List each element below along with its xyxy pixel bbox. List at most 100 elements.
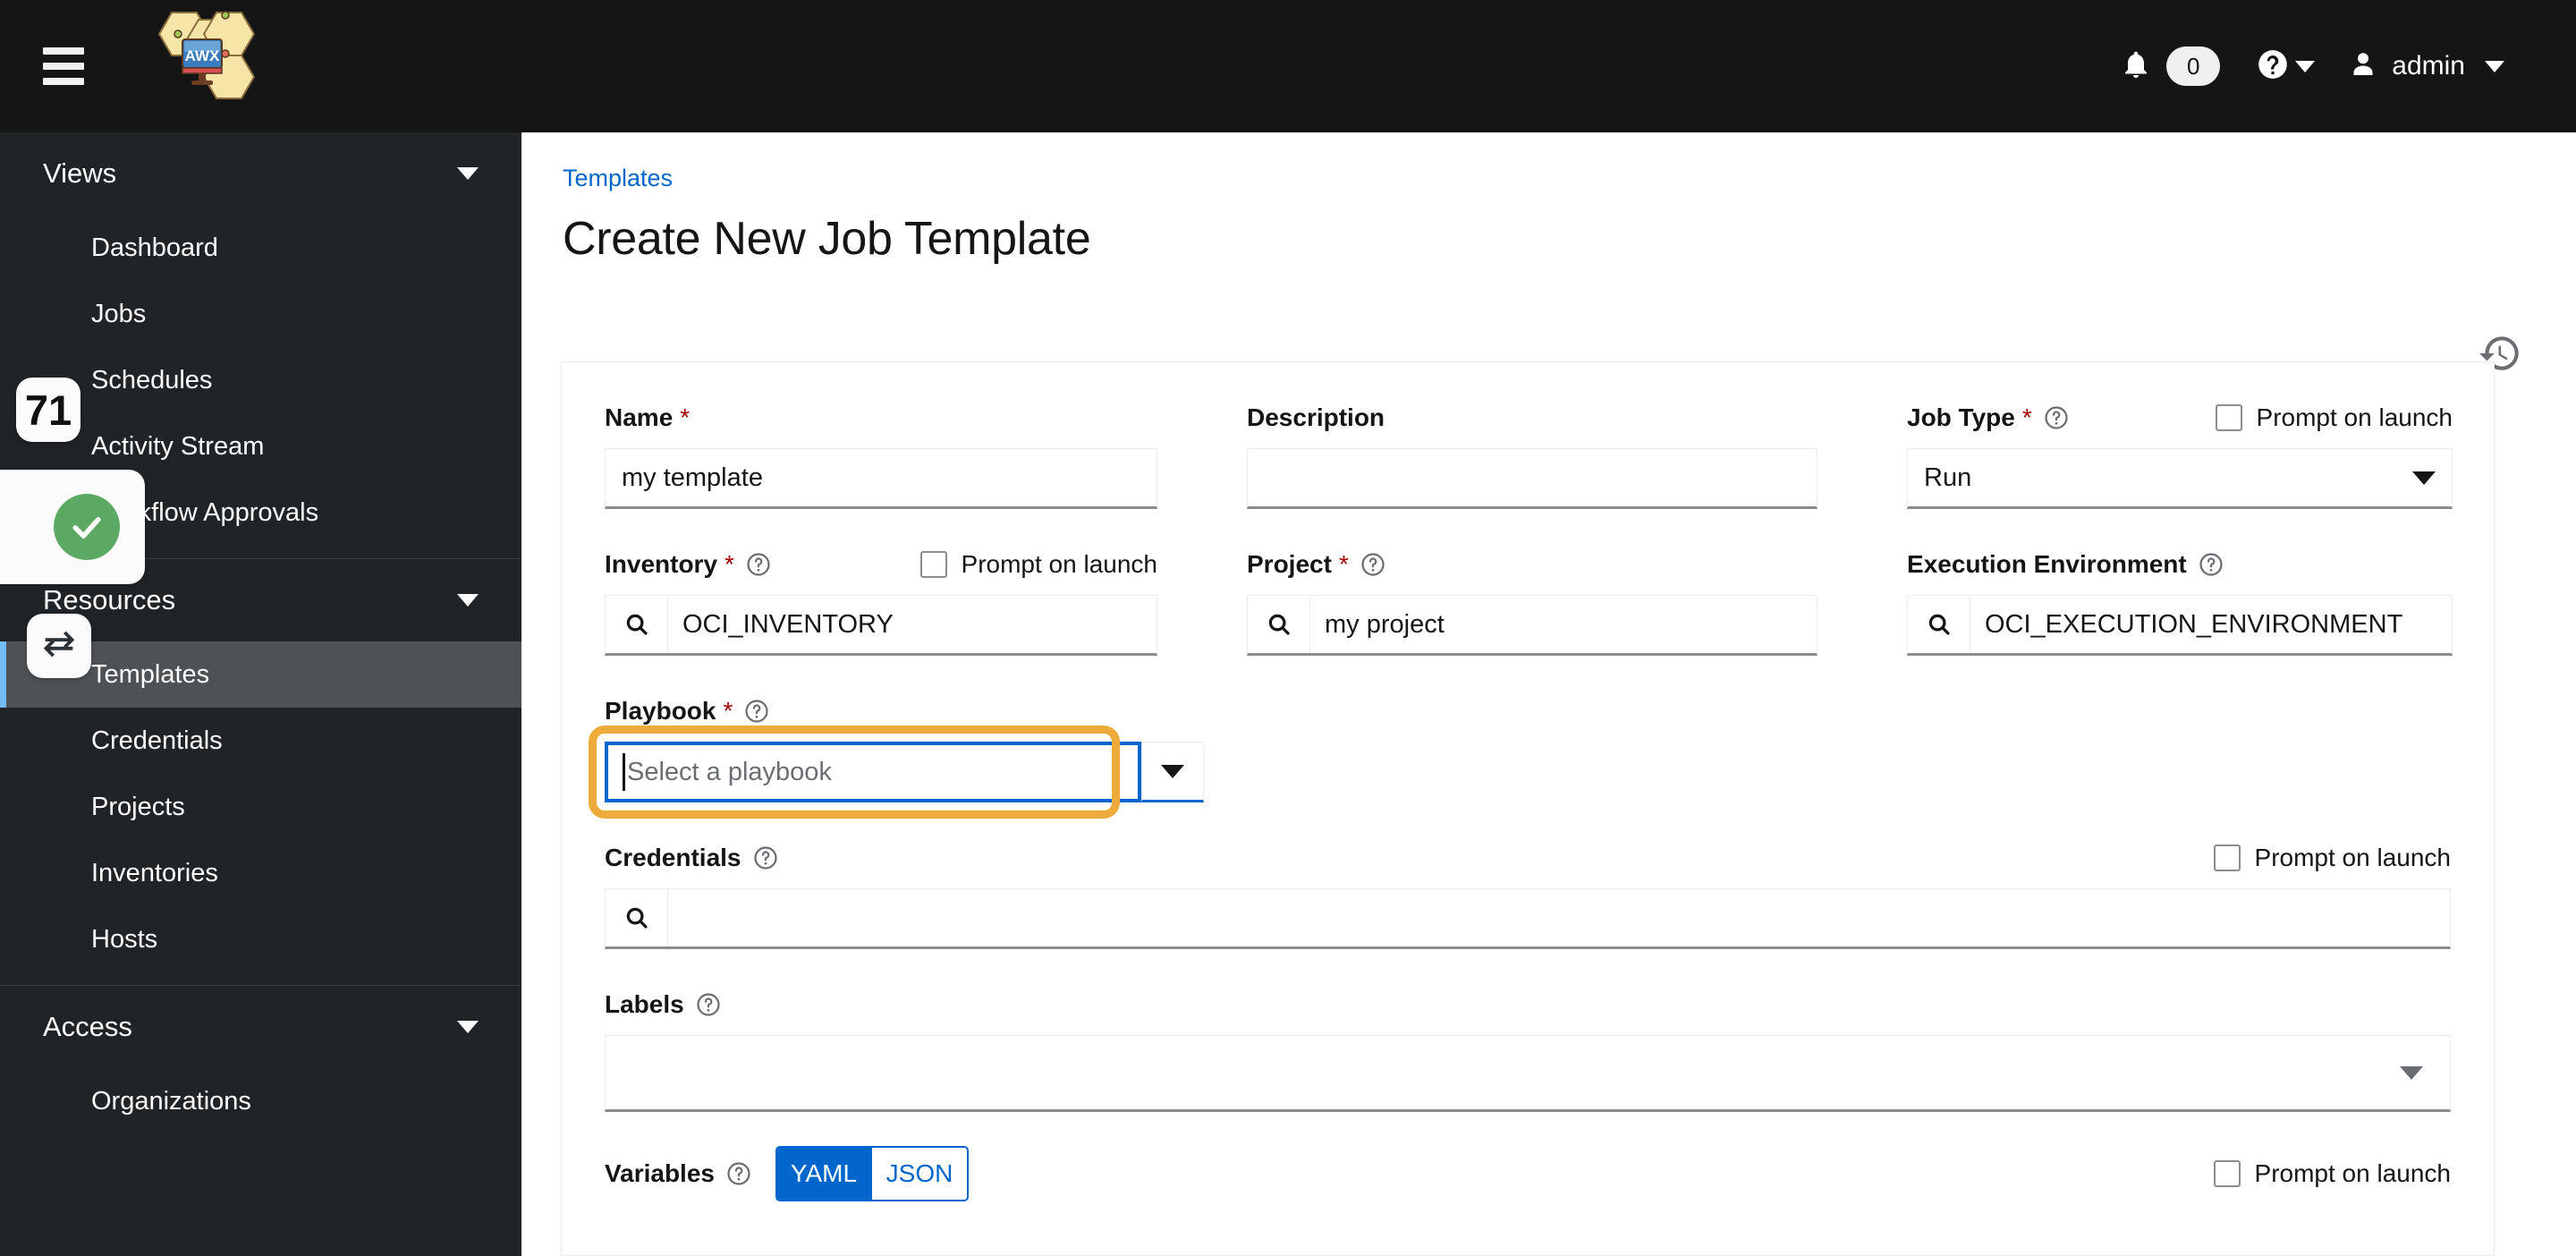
form-row-3-spacer (1864, 656, 2496, 802)
execution-environment-value: OCI_EXECUTION_ENVIRONMENT (1985, 609, 2403, 639)
playbook-input[interactable]: Select a playbook (605, 742, 1141, 802)
form-row-3-spacer (1204, 656, 1864, 802)
sidebar-item-label: Hosts (91, 924, 158, 954)
field-job-type: Job Type * Prompt on launch Run (1864, 362, 2496, 509)
svg-text:AWX: AWX (185, 47, 220, 64)
sidebar-item-label: Projects (91, 792, 185, 821)
global-nav-toggle[interactable] (43, 47, 84, 85)
inventory-prompt-on-launch[interactable]: Prompt on launch (919, 550, 1157, 579)
help-icon[interactable] (2198, 551, 2224, 578)
labels-select[interactable] (605, 1035, 2451, 1112)
field-label-inventory: Inventory (605, 550, 718, 578)
help-icon[interactable] (2043, 404, 2070, 431)
help-icon[interactable] (1360, 551, 1386, 578)
masthead-toolbar: 0 admin (2120, 0, 2576, 132)
caret-down-icon (1161, 764, 1184, 778)
inventory-lookup[interactable]: OCI_INVENTORY (605, 595, 1157, 656)
avatar-icon (2347, 47, 2379, 86)
field-execution-environment: Execution Environment OCI_EXECUTION_ENVI… (1864, 509, 2496, 656)
page-title: Create New Job Template (563, 213, 1091, 265)
annotation-step-number-label: 71 (24, 386, 72, 434)
field-name: Name * (562, 362, 1204, 509)
sidebar-item-label: Dashboard (91, 233, 218, 262)
hamburger-bar (43, 63, 84, 70)
form-row-3: Playbook * Select a playbook (562, 656, 2496, 819)
sidebar-item-hosts[interactable]: Hosts (0, 906, 521, 972)
search-icon[interactable] (1248, 596, 1310, 653)
chevron-down-icon (457, 167, 479, 180)
sidebar-item-dashboard[interactable]: Dashboard (0, 215, 521, 281)
sidebar-item-jobs[interactable]: Jobs (0, 281, 521, 347)
masthead: AWX 0 admin (0, 0, 2576, 132)
field-playbook: Playbook * Select a playbook (562, 656, 1204, 819)
notifications-button[interactable]: 0 (2120, 47, 2240, 87)
sidebar-item-label: Organizations (91, 1086, 251, 1116)
required-indicator: * (1338, 550, 1349, 578)
variables-format-toggle: YAML JSON (775, 1146, 969, 1201)
playbook-placeholder: Select a playbook (627, 757, 832, 786)
field-label-project: Project (1247, 550, 1332, 578)
caret-down-icon (2412, 471, 2436, 485)
user-menu-button[interactable]: admin (2331, 0, 2521, 132)
help-menu-button[interactable] (2240, 0, 2331, 132)
sidebar-item-label: Activity Stream (91, 431, 265, 461)
sidebar-item-label: Inventories (91, 858, 218, 887)
sidebar-group-label: Resources (43, 584, 176, 615)
help-icon[interactable] (725, 1160, 752, 1187)
job-type-prompt-on-launch[interactable]: Prompt on launch (2215, 403, 2453, 432)
variables-format-json[interactable]: JSON (871, 1146, 969, 1201)
field-description: Description (1204, 362, 1864, 509)
required-indicator: * (724, 550, 734, 578)
sidebar-item-projects[interactable]: Projects (0, 774, 521, 840)
help-icon[interactable] (743, 698, 770, 725)
checkbox[interactable] (2213, 1160, 2241, 1187)
help-icon[interactable] (752, 844, 779, 871)
credentials-lookup[interactable] (605, 888, 2451, 949)
notification-count-badge: 0 (2166, 47, 2221, 86)
checkbox[interactable] (2215, 404, 2242, 431)
annotation-action-badge (27, 614, 91, 678)
inventory-value: OCI_INVENTORY (682, 609, 894, 639)
field-variables: Variables YAML JSON Prompt on launch (562, 1112, 2494, 1201)
field-label-description: Description (1247, 403, 1385, 431)
search-icon[interactable] (606, 596, 668, 653)
description-input[interactable] (1247, 448, 1818, 509)
sidebar-item-organizations[interactable]: Organizations (0, 1068, 521, 1134)
playbook-dropdown-toggle[interactable] (1141, 742, 1204, 802)
sidebar-item-credentials[interactable]: Credentials (0, 708, 521, 774)
required-indicator: * (2021, 403, 2032, 431)
awx-logo[interactable]: AWX (129, 0, 308, 132)
prompt-on-launch-label: Prompt on launch (961, 550, 1157, 578)
chevron-down-icon (2485, 60, 2504, 72)
sidebar-item-label: Schedules (91, 365, 213, 395)
swap-arrows-icon (38, 624, 80, 669)
search-icon[interactable] (606, 889, 668, 946)
field-label-variables: Variables (605, 1159, 715, 1187)
variables-format-yaml[interactable]: YAML (775, 1146, 872, 1201)
help-icon[interactable] (695, 991, 722, 1018)
sidebar-item-label: Credentials (91, 726, 223, 755)
required-indicator: * (723, 697, 733, 725)
sidebar-item-inventories[interactable]: Inventories (0, 840, 521, 906)
breadcrumb-templates[interactable]: Templates (563, 165, 2522, 192)
help-icon[interactable] (745, 551, 772, 578)
field-credentials: Credentials Prompt on launch (562, 802, 2494, 949)
chevron-down-icon (2295, 60, 2316, 72)
credentials-prompt-on-launch[interactable]: Prompt on launch (2213, 844, 2451, 872)
playbook-typeahead: Select a playbook (589, 726, 1204, 819)
variables-prompt-on-launch[interactable]: Prompt on launch (2213, 1159, 2451, 1188)
field-label-execution-environment: Execution Environment (1907, 550, 2187, 578)
checkbox[interactable] (2213, 844, 2241, 871)
project-lookup[interactable]: my project (1247, 595, 1818, 656)
name-input[interactable] (605, 448, 1157, 509)
field-labels: Labels (562, 949, 2494, 1112)
sidebar-group-views[interactable]: Views (0, 132, 521, 215)
execution-environment-lookup[interactable]: OCI_EXECUTION_ENVIRONMENT (1907, 595, 2453, 656)
sidebar-group-access[interactable]: Access (0, 986, 521, 1068)
page-header: Templates Create New Job Template (521, 132, 2576, 326)
checkbox[interactable] (919, 551, 947, 578)
search-icon[interactable] (1908, 596, 1970, 653)
field-label-credentials: Credentials (605, 844, 741, 871)
field-label-playbook: Playbook (605, 697, 716, 725)
job-type-select[interactable]: Run (1907, 448, 2453, 509)
